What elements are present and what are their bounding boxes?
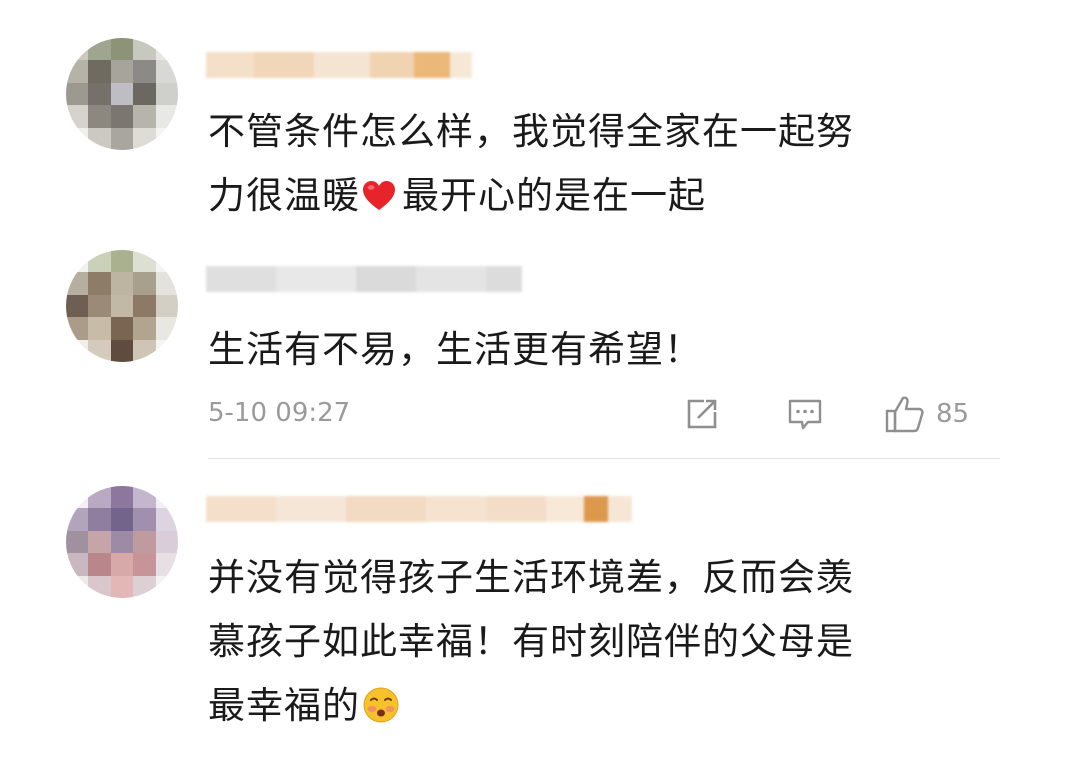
timestamp: 5-10 09:27: [208, 398, 351, 428]
like-button[interactable]: 85: [884, 394, 969, 434]
comment-text: 不管条件怎么样，我觉得全家在一起努 力很温暖 最开心的是在一起: [208, 100, 854, 228]
comment-text: 并没有觉得孩子生活环境差，反而会羡 慕孩子如此幸福！有时刻陪伴的父母是 最幸福的: [208, 546, 854, 738]
avatar[interactable]: [66, 250, 178, 362]
red-heart-emoji-icon: [362, 168, 396, 210]
comment-line-part: 最开心的是在一起: [402, 174, 706, 217]
comment-line: 生活有不易，生活更有希望！: [208, 328, 702, 371]
comment-line: 并没有觉得孩子生活环境差，反而会羡: [208, 556, 854, 599]
comment-meta: 5-10 09:27 85: [208, 394, 988, 434]
comment-list: 不管条件怎么样，我觉得全家在一起努 力很温暖 最开心的是在一起 生活有不易，生活更…: [0, 0, 1080, 758]
avatar[interactable]: [66, 486, 178, 598]
avatar[interactable]: [66, 38, 178, 150]
username-blurred[interactable]: [206, 266, 522, 292]
comment-line: 力很温暖 最开心的是在一起: [208, 164, 854, 228]
comment-button[interactable]: [786, 394, 824, 434]
share-button[interactable]: [684, 394, 720, 434]
comment-icon: [788, 399, 822, 430]
username-blurred[interactable]: [206, 496, 632, 522]
share-icon: [687, 399, 717, 429]
comment-line: 最幸福的: [208, 674, 854, 738]
comment-text: 生活有不易，生活更有希望！: [208, 318, 702, 382]
blushing-face-emoji-icon: [362, 680, 400, 723]
like-count: 85: [936, 399, 970, 429]
comment-line: 不管条件怎么样，我觉得全家在一起努: [208, 110, 854, 153]
comment-line-part: 最幸福的: [208, 684, 360, 727]
thumbs-up-icon: [885, 396, 924, 433]
username-blurred[interactable]: [206, 52, 472, 78]
comment-line-part: 力很温暖: [208, 174, 360, 217]
comment-line: 慕孩子如此幸福！有时刻陪伴的父母是: [208, 620, 854, 663]
divider: [208, 458, 1000, 459]
